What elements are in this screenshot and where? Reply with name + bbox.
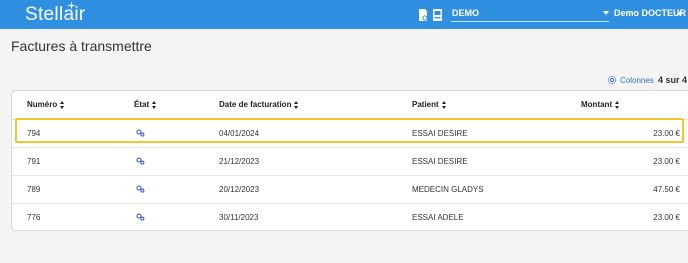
app-logo[interactable]: Stellair bbox=[25, 4, 85, 26]
column-header-date-label: Date de facturation bbox=[219, 100, 292, 109]
table-row[interactable]: 789 20/12/2023 MEDECIN GLADYS 47.50 € bbox=[12, 175, 688, 203]
status-gears-icon bbox=[136, 185, 145, 193]
cell-date: 20/12/2023 bbox=[219, 185, 260, 194]
cell-numero: 776 bbox=[27, 213, 41, 222]
column-header-montant[interactable]: Montant bbox=[581, 100, 620, 109]
column-header-etat[interactable]: État bbox=[134, 100, 157, 109]
column-header-numero-label: Numéro bbox=[27, 100, 58, 109]
cell-patient: ESSAI ADELE bbox=[412, 213, 464, 222]
page-title: Factures à transmettre bbox=[11, 38, 152, 54]
logo-sparkle-icon bbox=[67, 1, 76, 10]
column-header-patient-label: Patient bbox=[412, 100, 439, 109]
invoices-table: Numéro État Date de facturation Patient … bbox=[11, 90, 688, 231]
column-header-etat-label: État bbox=[134, 100, 150, 109]
user-menu[interactable]: Demo DOCTEUR bbox=[614, 8, 686, 18]
cell-montant: 47.50 € bbox=[653, 185, 680, 194]
cell-patient: ESSAI DESIRE bbox=[412, 157, 468, 166]
status-gears-icon bbox=[136, 213, 145, 221]
columns-button[interactable]: Colonnes bbox=[607, 74, 654, 86]
columns-button-label: Colonnes bbox=[620, 75, 654, 85]
cell-montant: 23.00 € bbox=[653, 213, 680, 222]
cell-date: 30/11/2023 bbox=[219, 213, 259, 222]
demo-select-value: DEMO bbox=[452, 8, 479, 18]
column-header-numero[interactable]: Numéro bbox=[27, 100, 65, 109]
cell-numero: 789 bbox=[27, 185, 41, 194]
user-menu-chevron-icon[interactable] bbox=[677, 12, 683, 16]
sort-icon bbox=[615, 100, 620, 109]
cell-patient: MEDECIN GLADYS bbox=[412, 185, 484, 194]
card-icon[interactable] bbox=[432, 8, 443, 22]
top-bar: Stellair DEMO Demo DOCTEUR bbox=[0, 0, 688, 29]
cell-numero: 791 bbox=[27, 157, 41, 166]
sort-icon bbox=[441, 100, 447, 109]
sort-icon bbox=[294, 100, 299, 109]
column-header-montant-label: Montant bbox=[581, 100, 613, 109]
table-row[interactable]: 791 21/12/2023 ESSAI DESIRE 23.00 € bbox=[12, 147, 688, 175]
card-reader-icon[interactable] bbox=[417, 8, 429, 22]
result-count: 4 sur 4 bbox=[658, 75, 688, 85]
chevron-down-icon bbox=[603, 11, 609, 15]
row-highlight bbox=[15, 118, 684, 143]
cell-date: 21/12/2023 bbox=[219, 157, 260, 166]
gear-icon bbox=[607, 75, 617, 85]
column-header-patient[interactable]: Patient bbox=[412, 100, 447, 109]
column-header-date[interactable]: Date de facturation bbox=[219, 100, 299, 109]
sort-icon bbox=[60, 100, 65, 109]
demo-select[interactable]: DEMO bbox=[451, 8, 609, 22]
sort-icon bbox=[152, 100, 157, 109]
table-row[interactable]: 776 30/11/2023 ESSAI ADELE 23.00 € bbox=[12, 203, 688, 230]
status-gears-icon bbox=[136, 157, 145, 165]
cell-montant: 23.00 € bbox=[653, 157, 680, 166]
